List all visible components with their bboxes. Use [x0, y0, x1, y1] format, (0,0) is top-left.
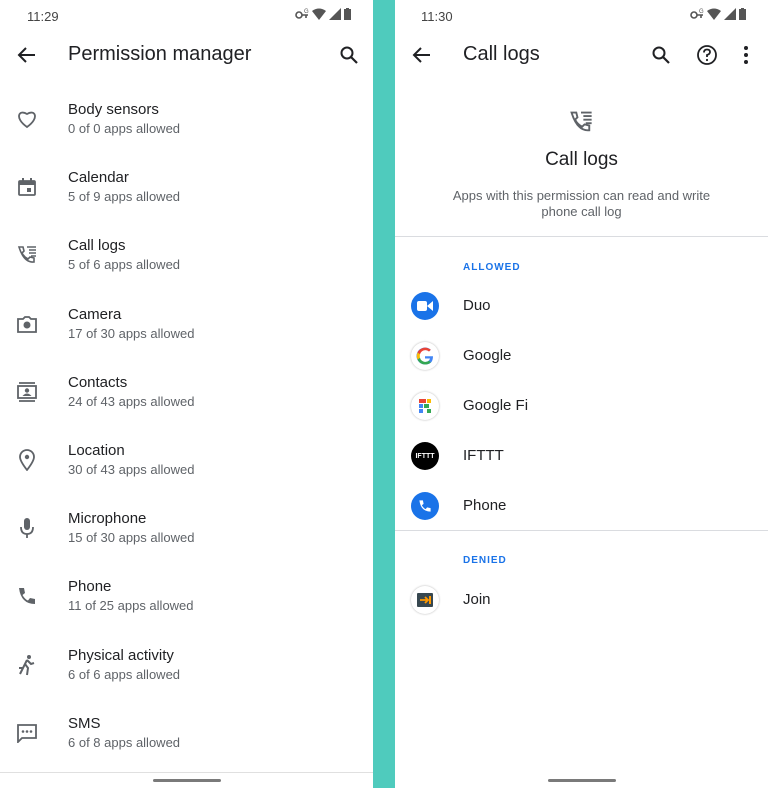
allowed-section-label: ALLOWED	[463, 262, 521, 273]
call-logs-screen: 11:30 G Call logs Call logs Apps with th…	[395, 0, 768, 788]
permission-description: Apps with this permission can read and w…	[452, 188, 711, 219]
search-icon[interactable]	[336, 42, 362, 68]
app-name: Join	[463, 591, 491, 608]
app-name: IFTTT	[463, 447, 504, 464]
search-icon[interactable]	[648, 42, 674, 68]
permission-name: Phone	[68, 578, 112, 596]
permission-name: Call logs	[68, 237, 126, 255]
google-fi-icon	[411, 392, 439, 420]
status-icons: G	[295, 8, 351, 20]
back-arrow-icon[interactable]	[409, 42, 435, 68]
permission-item-phone[interactable]: Phone 11 of 25 apps allowed	[0, 562, 373, 630]
permission-name: Body sensors	[68, 101, 159, 118]
wifi-icon	[312, 8, 326, 20]
status-icons: G	[690, 8, 746, 20]
permission-name: Calendar	[68, 169, 129, 187]
battery-icon	[344, 8, 351, 20]
status-time: 11:30	[421, 9, 453, 24]
denied-section-label: DENIED	[463, 555, 507, 566]
calendar-icon	[15, 175, 39, 199]
signal-icon	[724, 8, 736, 20]
page-title: Call logs	[463, 43, 540, 65]
permission-manager-screen: 11:29 G Permission manager Body sensors …	[0, 0, 373, 788]
permission-count: 0 of 0 apps allowed	[68, 121, 181, 136]
sms-icon	[15, 721, 39, 745]
app-row-duo[interactable]: Duo	[395, 281, 768, 331]
permission-item-camera[interactable]: Camera 17 of 30 apps allowed	[0, 290, 373, 358]
google-icon	[411, 342, 439, 370]
permission-name: Microphone	[68, 510, 147, 528]
status-time: 11:29	[27, 9, 59, 24]
call-log-icon	[567, 108, 595, 136]
camera-icon	[15, 312, 39, 336]
page-title: Permission manager	[68, 43, 252, 65]
app-name: Duo	[463, 297, 491, 314]
permission-item-microphone[interactable]: Microphone 15 of 30 apps allowed	[0, 494, 373, 562]
app-bar: Permission manager	[0, 32, 373, 80]
help-icon[interactable]	[694, 42, 720, 68]
permission-count: 6 of 8 apps allowed	[68, 734, 181, 750]
app-row-phone[interactable]: Phone	[395, 481, 768, 531]
app-name: Google Fi	[463, 397, 529, 414]
permission-item-call-logs[interactable]: Call logs 5 of 6 apps allowed	[0, 221, 373, 289]
permission-name: SMS	[68, 714, 101, 732]
permission-item-body-sensors[interactable]: Body sensors 0 of 0 apps allowed	[0, 85, 373, 153]
duo-icon	[411, 292, 439, 320]
permission-count: 15 of 30 apps allowed	[68, 530, 195, 546]
app-row-ifttt[interactable]: IFTTT IFTTT	[395, 431, 768, 481]
bottom-divider	[0, 772, 373, 773]
permission-name: Camera	[68, 305, 122, 323]
svg-text:G: G	[304, 9, 309, 15]
permission-count: 30 of 43 apps allowed	[68, 461, 195, 477]
permission-item-location[interactable]: Location 30 of 43 apps allowed	[0, 426, 373, 494]
gesture-nav-handle[interactable]	[152, 779, 221, 782]
permission-item-calendar[interactable]: Calendar 5 of 9 apps allowed	[0, 153, 373, 221]
more-options-icon[interactable]	[733, 42, 759, 68]
svg-text:G: G	[699, 9, 704, 15]
battery-icon	[739, 8, 746, 20]
wifi-icon	[707, 8, 721, 20]
vpn-key-icon: G	[295, 9, 309, 19]
back-arrow-icon[interactable]	[14, 42, 40, 68]
app-row-join[interactable]: Join	[395, 575, 768, 625]
signal-icon	[329, 8, 341, 20]
permission-count: 6 of 6 apps allowed	[68, 666, 181, 682]
phone-app-icon	[411, 492, 439, 520]
permission-count: 17 of 30 apps allowed	[68, 325, 195, 341]
permission-name: Contacts	[68, 373, 128, 391]
app-row-google-fi[interactable]: Google Fi	[395, 381, 768, 431]
contacts-icon	[15, 380, 39, 404]
app-name: Google	[463, 347, 512, 364]
ifttt-icon-text: IFTTT	[415, 452, 435, 460]
gesture-nav-handle[interactable]	[547, 779, 616, 782]
app-row-google[interactable]: Google	[395, 331, 768, 381]
permission-count: 5 of 9 apps allowed	[68, 189, 181, 205]
call-log-icon	[15, 243, 39, 267]
heart-icon	[15, 107, 39, 131]
section-divider	[395, 236, 768, 237]
location-icon	[15, 448, 39, 472]
microphone-icon	[15, 516, 39, 540]
join-icon	[411, 586, 439, 614]
permission-count: 5 of 6 apps allowed	[68, 257, 181, 273]
permission-count: 24 of 43 apps allowed	[68, 393, 195, 409]
running-icon	[15, 653, 39, 677]
permission-name: Physical activity	[68, 646, 174, 664]
permission-header-title: Call logs	[545, 149, 618, 170]
status-bar: 11:29 G	[0, 0, 373, 32]
permission-list: Body sensors 0 of 0 apps allowed Calenda…	[0, 85, 373, 767]
permission-name: Location	[68, 441, 125, 459]
permission-item-physical-activity[interactable]: Physical activity 6 of 6 apps allowed	[0, 631, 373, 699]
ifttt-icon: IFTTT	[411, 442, 439, 470]
vpn-key-icon: G	[690, 9, 704, 19]
app-name: Phone	[463, 497, 507, 514]
phone-icon	[15, 584, 39, 608]
permission-item-contacts[interactable]: Contacts 24 of 43 apps allowed	[0, 358, 373, 426]
permission-item-sms[interactable]: SMS 6 of 8 apps allowed	[0, 699, 373, 767]
status-bar: 11:30 G	[395, 0, 768, 32]
permission-count: 11 of 25 apps allowed	[68, 598, 194, 614]
app-bar: Call logs	[395, 32, 768, 80]
section-divider	[395, 530, 768, 531]
